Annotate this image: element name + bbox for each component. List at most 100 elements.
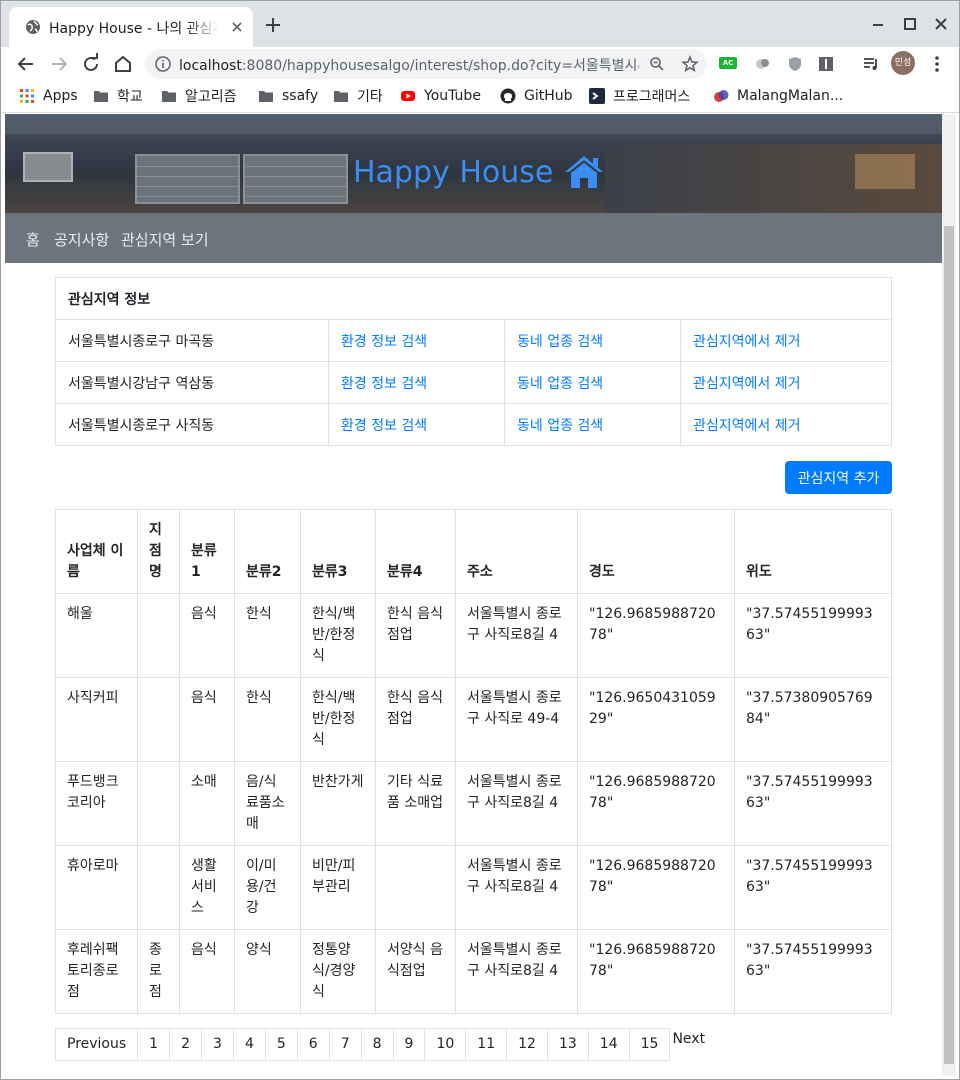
bookmark-github[interactable]: GitHub [500,85,573,107]
page-link[interactable]: 15 [628,1028,671,1061]
table-cell: 한식 [234,677,301,762]
github-icon [500,88,516,104]
home-button-icon[interactable] [110,51,136,77]
site-title[interactable]: Happy House [353,154,605,190]
bookmark-youtube[interactable]: YouTube [400,85,481,107]
page-scrollbar[interactable] [942,114,956,1076]
env-info-search-link[interactable]: 환경 정보 검색 [341,334,427,350]
column-header: 경도 [577,509,735,594]
table-cell: "37.5745519999363" [734,761,892,846]
scrollbar-thumb[interactable] [944,226,954,1064]
table-cell [137,677,180,762]
folder-icon [162,91,176,102]
table-cell: 푸드뱅크코리아 [55,761,138,846]
new-tab-icon[interactable] [263,15,283,35]
window-close-icon[interactable] [930,13,952,35]
table-cell: 음식 [179,677,235,762]
remove-interest-link[interactable]: 관심지역에서 제거 [693,376,801,392]
page-link[interactable]: 3 [201,1028,234,1061]
table-cell: 서양식 음식점업 [375,929,456,1014]
bookmark-folder-school[interactable]: 학교 [93,85,143,107]
back-arrow-icon[interactable] [13,51,39,77]
main-navbar: 홈 공지사항 관심지역 보기 [5,213,942,263]
bookmark-folder-etc[interactable]: 기타 [333,85,383,107]
bookmark-folder-ssafy[interactable]: ssafy [258,85,318,107]
page-link[interactable]: 14 [587,1028,630,1061]
page-link[interactable]: 1 [137,1028,171,1061]
page-link[interactable]: 9 [392,1028,426,1061]
page-link[interactable]: 12 [506,1028,548,1061]
nav-notice[interactable]: 공지사항 [54,229,109,249]
table-cell: 해울 [55,593,138,678]
maximize-icon[interactable] [899,13,921,35]
env-info-search-link[interactable]: 환경 정보 검색 [341,376,427,392]
table-row: 후레쉬팩토리종로점 종로점 음식 양식 정통양식/경양식 서양식 음식점업 서울특별시 종로… [55,929,892,1014]
zoom-icon[interactable] [649,56,665,72]
extension-ghost-icon[interactable] [753,54,773,74]
table-cell [375,845,456,930]
local-business-search-link[interactable]: 동네 업종 검색 [517,418,603,434]
table-cell: 한식/백반/한정식 [300,677,376,762]
shop-table-header: 사업체 이름 지점명 분류1 분류2 분류3 분류4 주소 경도 위도 [55,509,892,594]
bookmark-apps[interactable]: Apps [19,85,78,107]
local-business-search-link[interactable]: 동네 업종 검색 [517,376,603,392]
page-link[interactable]: 10 [424,1028,467,1061]
interest-table-heading: 관심지역 정보 [55,277,892,320]
programmers-icon [589,88,605,104]
bookmark-programmers[interactable]: 프로그래머스 [589,85,690,107]
minimize-icon[interactable] [867,13,889,35]
extension-ac-icon[interactable]: AC [719,57,737,69]
add-interest-button[interactable]: 관심지역 추가 [785,461,892,494]
table-cell: "126.965043105929" [577,677,735,762]
column-header: 분류4 [375,509,456,594]
nav-home[interactable]: 홈 [26,229,40,249]
table-cell: 기타 식료품 소매업 [375,761,456,846]
globe-icon [26,20,40,34]
close-icon[interactable] [229,19,245,35]
table-cell: 생활서비스 [179,845,235,930]
page-viewport: Happy House 홈 공지사항 관심지역 보기 관심지역 정보 서울특별시… [5,114,942,1076]
bookmark-star-icon[interactable] [681,55,699,73]
address-bar[interactable]: localhost:8080/happyhousesalgo/interest/… [145,49,707,79]
remove-interest-link[interactable]: 관심지역에서 제거 [693,334,801,350]
page-link[interactable]: 13 [546,1028,589,1061]
remove-interest-link[interactable]: 관심지역에서 제거 [693,418,801,434]
table-cell: 서울특별시 종로구 사직로 49-4 [455,677,578,762]
bookmark-malang[interactable]: MalangMalan... [713,85,843,107]
table-row: 푸드뱅크코리아 소매 음/식료품소매 반찬가게 기타 식료품 소매업 서울특별시 종로구 … [55,761,892,846]
interest-area-table: 관심지역 정보 서울특별시종로구 마곡동 환경 정보 검색 동네 업종 검색 관… [55,277,892,446]
page-link[interactable]: 6 [296,1028,330,1061]
page-link[interactable]: 8 [360,1028,394,1061]
extension-shield-icon[interactable] [785,54,805,74]
local-business-search-link[interactable]: 동네 업종 검색 [517,334,603,350]
extension-box-icon[interactable] [816,54,836,74]
reload-icon[interactable] [78,51,104,77]
table-cell: 종로점 [137,929,180,1014]
page-previous-button[interactable]: Previous [55,1028,139,1061]
page-link[interactable]: 5 [264,1028,298,1061]
page-link[interactable]: 4 [232,1028,266,1061]
info-icon[interactable] [155,56,171,72]
env-info-search-link[interactable]: 환경 정보 검색 [341,418,427,434]
forward-arrow-icon[interactable] [46,51,72,77]
table-cell: 서울특별시 종로구 사직로8길 4 [455,593,578,678]
menu-dots-icon[interactable] [927,54,947,74]
table-cell: 사직커피 [55,677,138,762]
browser-tab[interactable]: Happy House - 나의 관심지역 [9,7,253,47]
column-header: 분류2 [234,509,301,594]
page-link[interactable]: 11 [465,1028,508,1061]
table-cell [137,593,180,678]
page-next-link[interactable]: Next [672,1030,705,1061]
profile-avatar[interactable]: 민성 [891,51,915,75]
bookmark-folder-algorithm[interactable]: 알고리즘 [161,85,237,107]
media-playlist-icon[interactable] [861,54,881,74]
table-cell: 음식 [179,593,235,678]
nav-interest-area[interactable]: 관심지역 보기 [121,229,209,249]
table-cell: "126.968598872078" [577,845,735,930]
page-link[interactable]: 7 [328,1028,362,1061]
table-cell: "37.5745519999363" [734,845,892,930]
table-cell: "126.968598872078" [577,593,735,678]
header-banner: Happy House [5,114,942,213]
column-header: 분류3 [300,509,376,594]
page-link[interactable]: 2 [169,1028,203,1061]
